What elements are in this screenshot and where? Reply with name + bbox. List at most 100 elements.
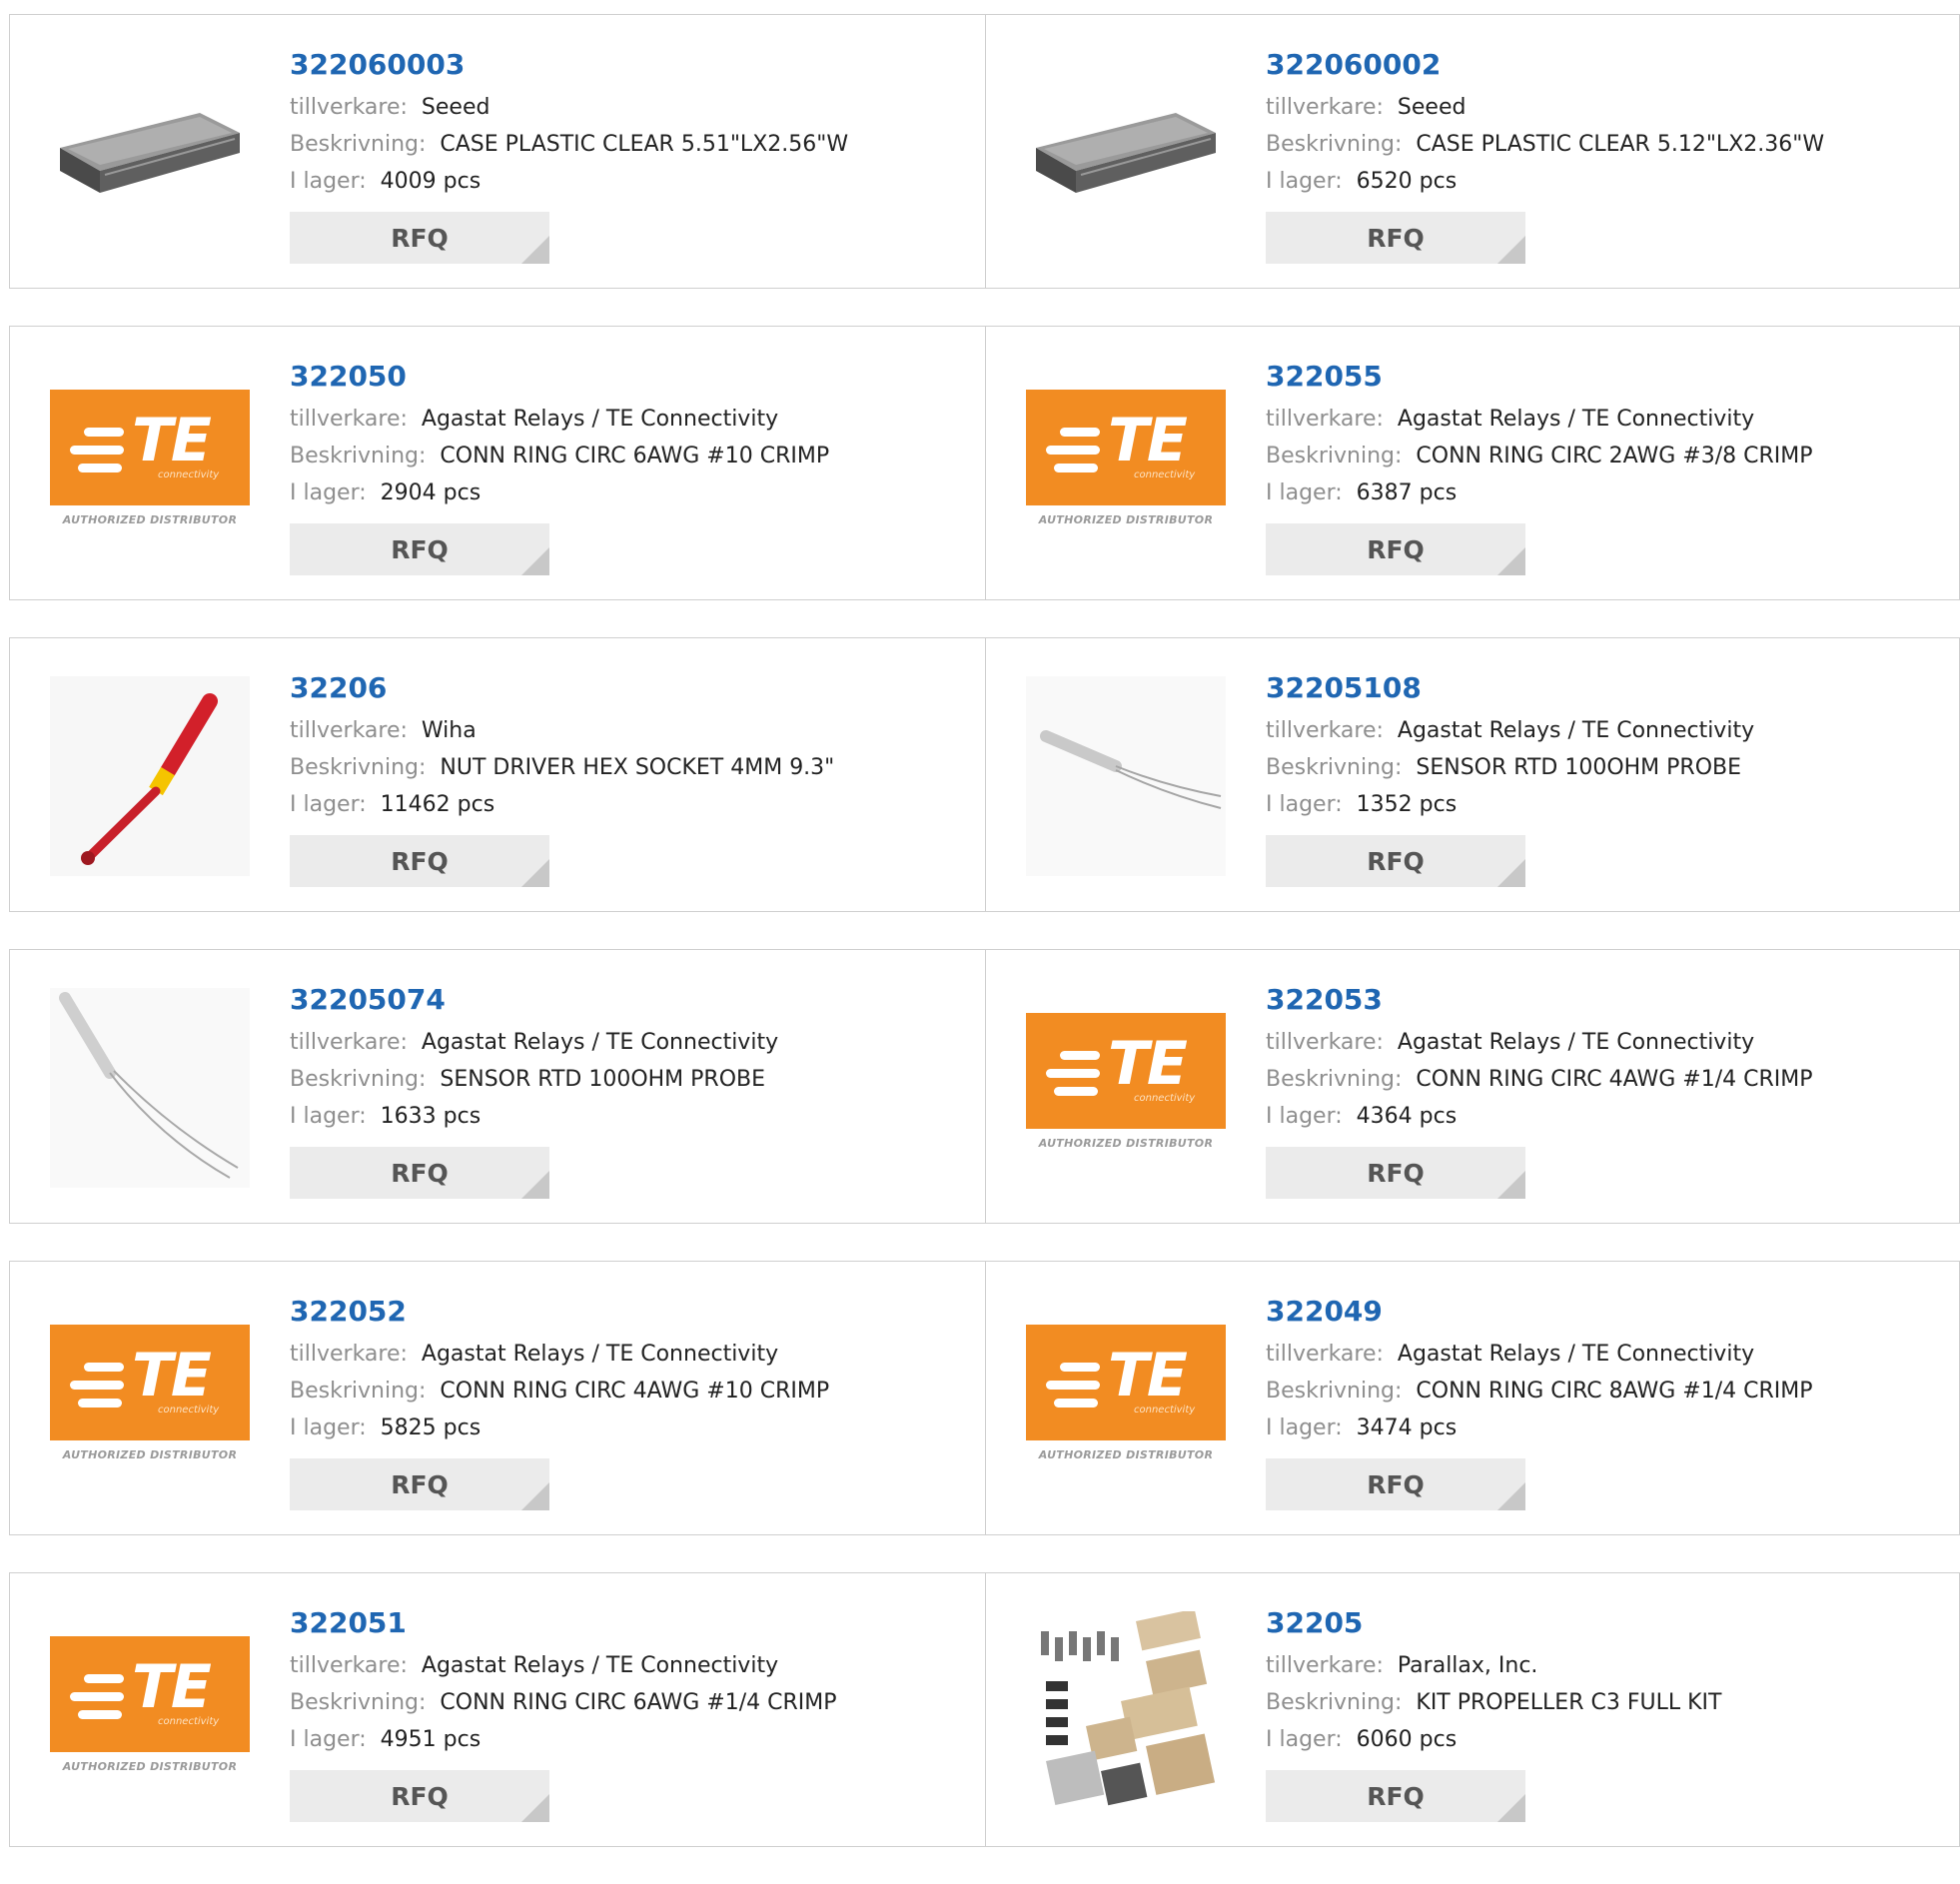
te-lines-icon — [1046, 1363, 1100, 1416]
manufacturer-label: tillverkare: — [290, 95, 408, 120]
description-value: CONN RING CIRC 6AWG #1/4 CRIMP — [440, 1690, 837, 1715]
product-card: 322060002 tillverkare: Seeed Beskrivning:… — [985, 14, 1960, 289]
manufacturer-line: tillverkare: Agastat Relays / TE Connecti… — [1266, 1336, 1813, 1373]
stock-label: I lager: — [290, 480, 367, 505]
corner-triangle-icon — [521, 1171, 549, 1199]
stock-value: 4951 pcs — [380, 1727, 482, 1752]
product-image[interactable]: TE connectivity AUTHORIZED DISTRIBUTOR — [50, 1300, 250, 1499]
description-label: Beskrivning: — [290, 755, 427, 780]
product-image[interactable]: TE connectivity AUTHORIZED DISTRIBUTOR — [50, 1611, 250, 1811]
description-label: Beskrivning: — [290, 1067, 427, 1092]
authorized-distributor-label: AUTHORIZED DISTRIBUTOR — [1038, 1448, 1214, 1461]
part-number-link[interactable]: 322060003 — [290, 45, 848, 89]
description-value: CONN RING CIRC 6AWG #10 CRIMP — [440, 444, 830, 469]
product-card: 32205074 tillverkare: Agastat Relays / TE… — [9, 949, 986, 1224]
manufacturer-value: Seeed — [421, 95, 490, 120]
te-lines-icon — [70, 1363, 124, 1416]
stock-line: I lager: 3474 pcs — [1266, 1410, 1813, 1446]
rfq-button[interactable]: RFQ — [1266, 1458, 1525, 1510]
manufacturer-line: tillverkare: Seeed — [1266, 89, 1824, 126]
product-image[interactable]: TE connectivity AUTHORIZED DISTRIBUTOR — [1026, 365, 1226, 564]
te-lines-icon — [70, 1674, 124, 1728]
part-number-link[interactable]: 32206 — [290, 668, 834, 712]
rfq-button[interactable]: RFQ — [290, 1147, 549, 1199]
product-row: TE connectivity AUTHORIZED DISTRIBUTOR 3… — [9, 1261, 1960, 1535]
product-image[interactable] — [1026, 676, 1226, 876]
manufacturer-line: tillverkare: Agastat Relays / TE Connecti… — [1266, 1024, 1813, 1061]
stock-value: 6520 pcs — [1356, 169, 1458, 194]
part-number-link[interactable]: 322055 — [1266, 357, 1813, 401]
part-number-link[interactable]: 322060002 — [1266, 45, 1824, 89]
manufacturer-value: Agastat Relays / TE Connectivity — [421, 1030, 779, 1055]
rfq-button[interactable]: RFQ — [1266, 523, 1525, 575]
rfq-button[interactable]: RFQ — [290, 1458, 549, 1510]
part-number-link[interactable]: 32205074 — [290, 980, 778, 1024]
product-row: 322060003 tillverkare: Seeed Beskrivning:… — [9, 14, 1960, 289]
description-label: Beskrivning: — [1266, 755, 1403, 780]
rfq-button[interactable]: RFQ — [1266, 212, 1525, 264]
product-card: TE connectivity AUTHORIZED DISTRIBUTOR 3… — [9, 1261, 986, 1535]
rfq-button[interactable]: RFQ — [1266, 1147, 1525, 1199]
te-connectivity-logo: TE connectivity AUTHORIZED DISTRIBUTOR — [1026, 390, 1226, 539]
rfq-button[interactable]: RFQ — [290, 523, 549, 575]
te-connectivity-logo: TE connectivity AUTHORIZED DISTRIBUTOR — [50, 1325, 250, 1474]
manufacturer-line: tillverkare: Agastat Relays / TE Connecti… — [290, 1024, 778, 1061]
rfq-button[interactable]: RFQ — [290, 1770, 549, 1822]
description-value: CONN RING CIRC 4AWG #10 CRIMP — [440, 1379, 830, 1404]
manufacturer-value: Parallax, Inc. — [1397, 1653, 1538, 1678]
manufacturer-label: tillverkare: — [290, 718, 408, 743]
product-row: TE connectivity AUTHORIZED DISTRIBUTOR 3… — [9, 326, 1960, 600]
product-grid: 322060003 tillverkare: Seeed Beskrivning:… — [9, 14, 1960, 1884]
product-card: 32205108 tillverkare: Agastat Relays / TE… — [985, 637, 1960, 912]
product-image[interactable] — [1026, 1611, 1226, 1811]
te-lines-icon — [1046, 428, 1100, 481]
te-connectivity-logo: TE connectivity AUTHORIZED DISTRIBUTOR — [1026, 1325, 1226, 1474]
description-line: Beskrivning: CONN RING CIRC 4AWG #1/4 CRI… — [1266, 1061, 1813, 1098]
authorized-distributor-label: AUTHORIZED DISTRIBUTOR — [1038, 513, 1214, 526]
product-card: TE connectivity AUTHORIZED DISTRIBUTOR 3… — [9, 326, 986, 600]
corner-triangle-icon — [521, 859, 549, 887]
description-label: Beskrivning: — [1266, 1690, 1403, 1715]
stock-label: I lager: — [290, 1104, 367, 1129]
part-number-link[interactable]: 322049 — [1266, 1292, 1813, 1336]
product-image[interactable]: TE connectivity AUTHORIZED DISTRIBUTOR — [1026, 988, 1226, 1188]
product-image[interactable]: TE connectivity AUTHORIZED DISTRIBUTOR — [50, 365, 250, 564]
corner-triangle-icon — [1497, 859, 1525, 887]
product-card: TE connectivity AUTHORIZED DISTRIBUTOR 3… — [985, 949, 1960, 1224]
part-number-link[interactable]: 32205108 — [1266, 668, 1754, 712]
stock-line: I lager: 5825 pcs — [290, 1410, 829, 1446]
stock-label: I lager: — [1266, 1415, 1343, 1440]
stock-value: 4364 pcs — [1356, 1104, 1458, 1129]
rfq-button[interactable]: RFQ — [1266, 835, 1525, 887]
description-line: Beskrivning: CONN RING CIRC 8AWG #1/4 CRI… — [1266, 1373, 1813, 1410]
stock-line: I lager: 6060 pcs — [1266, 1721, 1721, 1758]
product-image[interactable] — [50, 988, 250, 1188]
part-number-link[interactable]: 322050 — [290, 357, 829, 401]
part-number-link[interactable]: 322052 — [290, 1292, 829, 1336]
manufacturer-label: tillverkare: — [290, 1653, 408, 1678]
corner-triangle-icon — [521, 547, 549, 575]
rfq-button[interactable]: RFQ — [1266, 1770, 1525, 1822]
part-number-link[interactable]: 322053 — [1266, 980, 1813, 1024]
description-line: Beskrivning: SENSOR RTD 100OHM PROBE — [290, 1061, 778, 1098]
manufacturer-value: Agastat Relays / TE Connectivity — [421, 1342, 779, 1367]
description-value: CASE PLASTIC CLEAR 5.12"LX2.36"W — [1416, 132, 1825, 157]
stock-value: 1352 pcs — [1356, 792, 1458, 817]
manufacturer-label: tillverkare: — [1266, 95, 1384, 120]
product-image[interactable] — [50, 676, 250, 876]
part-number-link[interactable]: 32205 — [1266, 1603, 1721, 1647]
product-image[interactable] — [50, 53, 250, 253]
manufacturer-value: Wiha — [421, 718, 477, 743]
corner-triangle-icon — [1497, 1794, 1525, 1822]
rfq-button[interactable]: RFQ — [290, 835, 549, 887]
stock-line: I lager: 1633 pcs — [290, 1098, 778, 1135]
stock-label: I lager: — [1266, 1727, 1343, 1752]
description-value: SENSOR RTD 100OHM PROBE — [1416, 755, 1742, 780]
product-image[interactable]: TE connectivity AUTHORIZED DISTRIBUTOR — [1026, 1300, 1226, 1499]
rfq-button[interactable]: RFQ — [290, 212, 549, 264]
stock-label: I lager: — [1266, 1104, 1343, 1129]
stock-line: I lager: 4364 pcs — [1266, 1098, 1813, 1135]
part-number-link[interactable]: 322051 — [290, 1603, 837, 1647]
stock-value: 4009 pcs — [380, 169, 482, 194]
product-image[interactable] — [1026, 53, 1226, 253]
